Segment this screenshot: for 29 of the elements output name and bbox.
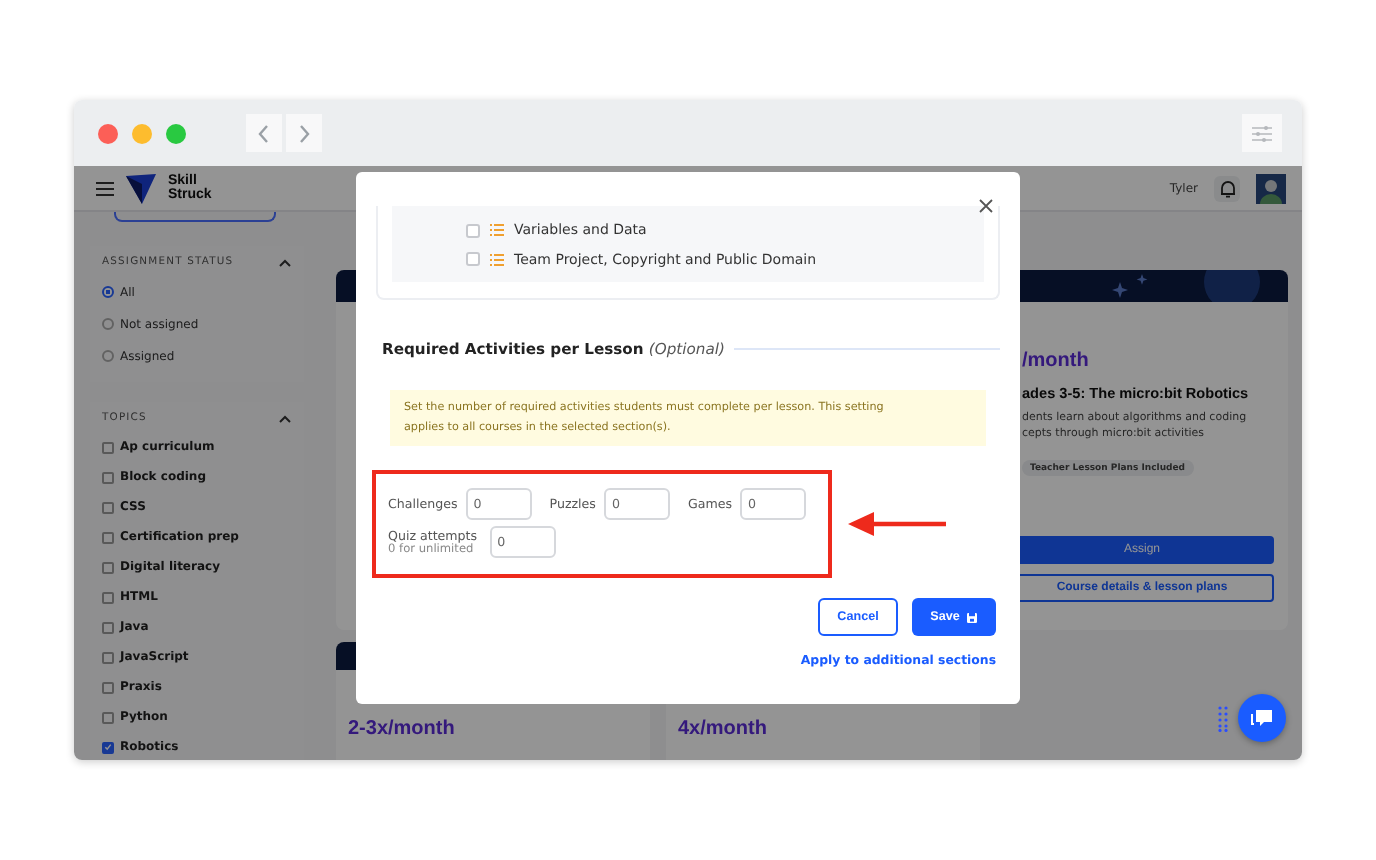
collapse-icon[interactable]: [278, 413, 292, 423]
course-frequency: /month: [1022, 350, 1089, 372]
chat-icon: [1250, 707, 1274, 729]
logo-icon: [124, 171, 158, 205]
course-frequency: 4x/month: [678, 718, 769, 740]
list-icon: [490, 253, 504, 266]
checkbox[interactable]: [466, 252, 480, 267]
bell-icon[interactable]: [1214, 175, 1240, 201]
save-icon: [965, 611, 978, 623]
chat-button[interactable]: [1238, 694, 1286, 742]
minimize-window-button[interactable]: [132, 123, 152, 143]
forward-button[interactable]: [286, 114, 322, 152]
close-icon[interactable]: [978, 198, 994, 214]
collapse-icon[interactable]: [278, 257, 292, 267]
sliders-icon[interactable]: [1242, 114, 1282, 152]
zoom-window-button[interactable]: [166, 123, 186, 143]
chevron-right-icon: [296, 123, 312, 143]
menu-icon[interactable]: [96, 181, 114, 195]
avatar[interactable]: [1256, 173, 1286, 203]
checkmark-icon: [104, 742, 112, 752]
back-button[interactable]: [246, 114, 282, 152]
course-frequency: 2-3x/month: [348, 718, 457, 740]
search-field[interactable]: [114, 212, 276, 222]
drag-handle-icon[interactable]: [1218, 706, 1228, 732]
checkbox[interactable]: [466, 223, 480, 238]
arrow-drawing: [848, 512, 948, 536]
list-icon: [490, 224, 504, 237]
close-window-button[interactable]: [98, 123, 118, 143]
chevron-left-icon: [256, 123, 272, 143]
